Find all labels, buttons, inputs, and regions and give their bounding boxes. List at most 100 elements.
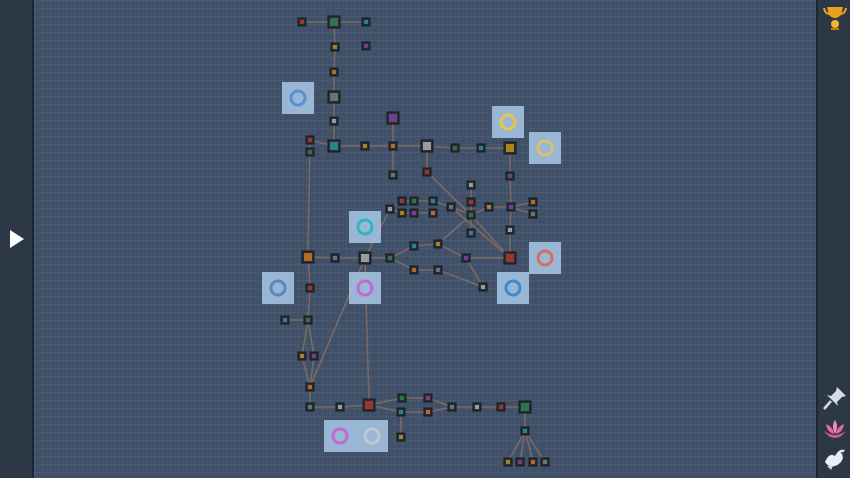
white-bird-icon[interactable] [821, 444, 849, 472]
skill-node-icon [304, 253, 312, 261]
skill-node-icon [391, 144, 395, 148]
skill-node-icon [464, 256, 468, 260]
skill-node-icon [332, 119, 336, 123]
skill-node-icon [543, 460, 547, 464]
skill-node-icon [431, 211, 435, 215]
skill-node-icon [333, 256, 337, 260]
skill-node-icon [518, 460, 522, 464]
skill-node-icon [308, 405, 312, 409]
skill-node-icon [332, 70, 336, 74]
tree-edge [437, 269, 484, 288]
skill-node-icon [423, 142, 431, 150]
pink-shell-preview-tile[interactable] [349, 272, 381, 304]
skill-node-icon [479, 146, 483, 150]
skill-node-icon [469, 200, 473, 204]
dome-preview-tile[interactable] [262, 272, 294, 304]
skill-node-icon [449, 205, 453, 209]
skill-node-icon [388, 207, 392, 211]
tree-edge [301, 355, 311, 388]
skill-node-icon [469, 183, 473, 187]
tree-edge [307, 319, 315, 357]
skill-node-icon [312, 354, 316, 358]
gold-ring-preview-tile[interactable] [492, 106, 524, 138]
skill-node-icon [308, 385, 312, 389]
skill-node-icon [412, 244, 416, 248]
skill-node-icon [364, 20, 368, 24]
skill-node-icon [453, 146, 457, 150]
skill-node-icon [509, 205, 513, 209]
skill-node-icon [436, 268, 440, 272]
skill-node-icon [283, 318, 287, 322]
gold-trophy-icon[interactable] [821, 3, 849, 31]
skill-node-icon [363, 144, 367, 148]
tree-edge [307, 139, 311, 258]
skill-node-icon [300, 354, 304, 358]
skill-node-icon [400, 396, 404, 400]
skill-node-icon [412, 268, 416, 272]
skill-node-icon [506, 254, 514, 262]
skill-node-icon [508, 228, 512, 232]
skill-tree-graph[interactable] [34, 0, 816, 478]
skill-node-icon [425, 170, 429, 174]
skill-node-icon [412, 211, 416, 215]
skill-node-icon [400, 199, 404, 203]
blue-bell-preview-tile[interactable] [497, 272, 529, 304]
red-ring-preview-tile[interactable] [529, 242, 561, 274]
skill-node-icon [308, 286, 312, 290]
skill-node-icon [330, 142, 338, 150]
skill-node-icon [388, 256, 392, 260]
skill-node-icon [531, 460, 535, 464]
left-side-panel [0, 0, 34, 478]
crown-preview-tile[interactable] [529, 132, 561, 164]
tree-edge [307, 287, 311, 321]
skill-node-icon [487, 205, 491, 209]
skill-node-icon [450, 405, 454, 409]
skill-node-icon [361, 254, 369, 262]
skill-node-icon [426, 410, 430, 414]
skill-node-icon [364, 44, 368, 48]
skill-node-icon [389, 114, 397, 122]
skill-node-icon [330, 93, 338, 101]
skill-node-icon [399, 435, 403, 439]
skill-node-icon [531, 212, 535, 216]
skill-node-icon [508, 174, 512, 178]
skill-node-icon [436, 242, 440, 246]
pink-lotus-icon[interactable] [821, 414, 849, 442]
skill-tree-canvas[interactable] [34, 0, 816, 478]
skill-node-icon [426, 396, 430, 400]
tree-edge [301, 319, 309, 357]
skill-node-icon [333, 45, 337, 49]
skill-node-icon [506, 144, 514, 152]
tree-edge [524, 430, 546, 463]
right-side-panel [816, 0, 850, 478]
tree-edge [437, 214, 472, 245]
skill-node-icon [469, 231, 473, 235]
skill-node-icon [481, 285, 485, 289]
tree-edge [524, 430, 534, 463]
grey-cloud-preview-tile[interactable] [356, 420, 388, 452]
skill-node-icon [506, 460, 510, 464]
tree-edge [509, 175, 512, 208]
skill-node-icon [531, 200, 535, 204]
skill-node-icon [399, 410, 403, 414]
cyan-ring-preview-tile[interactable] [349, 211, 381, 243]
skill-node-icon [365, 401, 373, 409]
skill-node-icon [330, 18, 338, 26]
skill-node-icon [308, 150, 312, 154]
skill-node-icon [521, 403, 529, 411]
skill-node-icon [475, 405, 479, 409]
skill-node-icon [499, 405, 503, 409]
skill-node-icon [338, 405, 342, 409]
skill-node-icon [306, 318, 310, 322]
skill-node-icon [391, 173, 395, 177]
pin-icon[interactable] [821, 384, 849, 412]
purple-ring-preview-tile[interactable] [324, 420, 356, 452]
arch-preview-tile[interactable] [282, 82, 314, 114]
expand-panel-icon[interactable] [8, 228, 26, 250]
skill-node-icon [469, 213, 473, 217]
skill-node-icon [308, 138, 312, 142]
tree-edge [450, 206, 511, 259]
skill-node-icon [431, 199, 435, 203]
skill-node-icon [523, 429, 527, 433]
skill-node-icon [300, 20, 304, 24]
